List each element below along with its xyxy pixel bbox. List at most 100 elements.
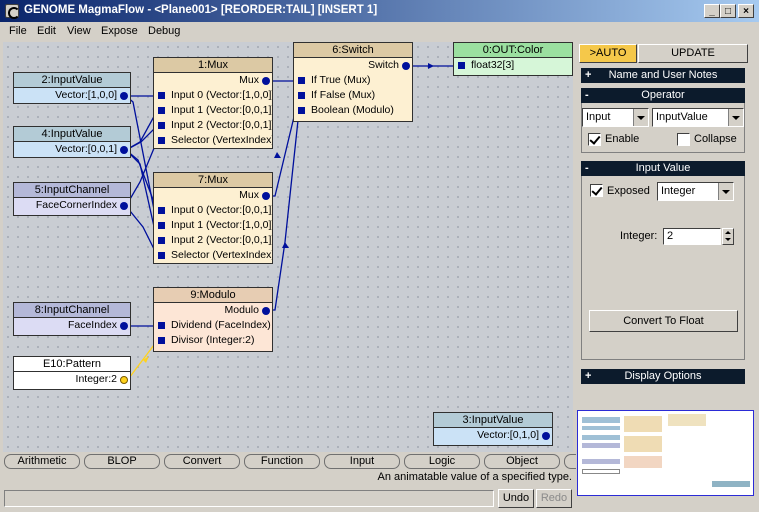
integer-input[interactable]: 2 [663, 228, 721, 245]
palette-tab-function[interactable]: Function [244, 454, 320, 469]
section-input-value[interactable]: - Input Value [581, 161, 745, 176]
input-socket-icon[interactable] [298, 107, 305, 114]
menu-expose[interactable]: Expose [101, 25, 138, 37]
node-switch-6[interactable]: 6:Switch Switch If True (Mux) If False (… [293, 42, 413, 122]
node-input[interactable]: Selector (VertexIndex) [154, 133, 272, 148]
node-input[interactable]: Dividend (FaceIndex) [154, 318, 272, 333]
node-modulo-9[interactable]: 9:Modulo Modulo Dividend (FaceIndex) Div… [153, 287, 273, 352]
section-operator[interactable]: - Operator [581, 88, 745, 103]
node-output[interactable]: Vector:[0,0,1] [14, 142, 130, 157]
node-output[interactable]: Integer:2 [14, 372, 130, 389]
node-input-value-2[interactable]: 2:InputValue Vector:[1,0,0] [13, 72, 131, 104]
palette-tab-logic[interactable]: Logic [404, 454, 480, 469]
input-socket-icon[interactable] [158, 237, 165, 244]
node-mux-1[interactable]: 1:Mux Mux Input 0 (Vector:[1,0,0]) Input… [153, 57, 273, 149]
node-input-value-3[interactable]: 3:InputValue Vector:[0,1,0] [433, 412, 553, 446]
palette-tab-input[interactable]: Input [324, 454, 400, 469]
navigator-minimap[interactable] [577, 410, 754, 496]
node-input[interactable]: If False (Mux) [294, 88, 412, 103]
node-output[interactable]: Mux [154, 73, 272, 88]
node-input[interactable]: Input 2 (Vector:[0,0,1]) [154, 118, 272, 133]
output-socket-icon[interactable] [262, 307, 270, 315]
node-input-value-4[interactable]: 4:InputValue Vector:[0,0,1] [13, 126, 131, 158]
node-input-channel-5[interactable]: 5:InputChannel FaceCornerIndex [13, 182, 131, 216]
auto-tab[interactable]: >AUTO [579, 44, 637, 63]
input-socket-icon[interactable] [458, 62, 465, 69]
output-socket-icon[interactable] [262, 77, 270, 85]
node-canvas[interactable]: 2:InputValue Vector:[1,0,0] 4:InputValue… [3, 42, 573, 452]
node-output[interactable]: FaceCornerIndex [14, 198, 130, 215]
menu-debug[interactable]: Debug [148, 25, 180, 37]
node-mux-7[interactable]: 7:Mux Mux Input 0 (Vector:[0,0,1]) Input… [153, 172, 273, 264]
input-socket-icon[interactable] [158, 252, 165, 259]
collapse-checkbox[interactable] [677, 133, 690, 146]
convert-to-float-button[interactable]: Convert To Float [589, 310, 738, 332]
spinner-down-icon[interactable] [725, 238, 731, 241]
exposed-checkbox[interactable] [590, 184, 603, 197]
node-input[interactable]: Divisor (Integer:2) [154, 333, 272, 351]
menu-view[interactable]: View [67, 25, 91, 37]
enable-checkbox[interactable] [588, 133, 601, 146]
input-socket-icon[interactable] [158, 122, 165, 129]
palette-tab-arithmetic[interactable]: Arithmetic [4, 454, 80, 469]
input-socket-icon[interactable] [158, 222, 165, 229]
output-socket-icon[interactable] [402, 62, 410, 70]
node-output[interactable]: Mux [154, 188, 272, 203]
app-icon[interactable] [5, 4, 20, 19]
output-socket-icon[interactable] [120, 146, 128, 154]
chevron-down-icon[interactable] [633, 109, 648, 126]
output-socket-icon[interactable] [120, 322, 128, 330]
undo-button[interactable]: Undo [498, 489, 534, 508]
maximize-button[interactable]: □ [720, 4, 736, 18]
input-socket-icon[interactable] [158, 322, 165, 329]
node-pattern-10[interactable]: E10:Pattern Integer:2 [13, 356, 131, 390]
palette-tab-object[interactable]: Object [484, 454, 560, 469]
palette-tab-convert[interactable]: Convert [164, 454, 240, 469]
operator-type-select[interactable]: InputValue [652, 108, 744, 127]
node-output[interactable]: FaceIndex [14, 318, 130, 335]
node-out-color-0[interactable]: 0:OUT:Color float32[3] [453, 42, 573, 76]
output-socket-icon[interactable] [120, 92, 128, 100]
input-socket-icon[interactable] [158, 107, 165, 114]
node-output[interactable]: Modulo [154, 303, 272, 318]
section-display-options[interactable]: + Display Options [581, 369, 745, 384]
section-name-notes[interactable]: + Name and User Notes [581, 68, 745, 83]
input-socket-icon[interactable] [158, 137, 165, 144]
node-input[interactable]: Selector (VertexIndex) [154, 248, 272, 263]
node-input[interactable]: Input 2 (Vector:[0,0,1]) [154, 233, 272, 248]
node-input[interactable]: Input 1 (Vector:[1,0,0]) [154, 218, 272, 233]
palette-tab-blop[interactable]: BLOP [84, 454, 160, 469]
menu-file[interactable]: File [9, 25, 27, 37]
spinner-up-icon[interactable] [725, 231, 731, 234]
output-socket-icon[interactable] [120, 202, 128, 210]
integer-spinner[interactable] [722, 228, 734, 245]
node-input-channel-8[interactable]: 8:InputChannel FaceIndex [13, 302, 131, 336]
palette-tab-more[interactable] [564, 454, 576, 469]
chevron-down-icon[interactable] [718, 183, 733, 200]
node-output[interactable]: Vector:[0,1,0] [434, 428, 552, 445]
node-input[interactable]: float32[3] [454, 58, 572, 75]
menu-edit[interactable]: Edit [37, 25, 56, 37]
update-tab[interactable]: UPDATE [638, 44, 748, 63]
command-field[interactable] [4, 490, 494, 507]
input-socket-icon[interactable] [298, 92, 305, 99]
node-input[interactable]: Input 0 (Vector:[0,0,1]) [154, 203, 272, 218]
input-socket-icon[interactable] [298, 77, 305, 84]
input-socket-icon[interactable] [158, 92, 165, 99]
node-input[interactable]: Input 0 (Vector:[1,0,0]) [154, 88, 272, 103]
chevron-down-icon[interactable] [728, 109, 743, 126]
node-output[interactable]: Vector:[1,0,0] [14, 88, 130, 103]
redo-button[interactable]: Redo [536, 489, 572, 508]
value-type-select[interactable]: Integer [657, 182, 734, 201]
node-input[interactable]: If True (Mux) [294, 73, 412, 88]
input-socket-icon[interactable] [158, 337, 165, 344]
minimize-button[interactable]: _ [704, 4, 720, 18]
input-socket-icon[interactable] [158, 207, 165, 214]
node-input[interactable]: Input 1 (Vector:[0,0,1]) [154, 103, 272, 118]
node-input[interactable]: Boolean (Modulo) [294, 103, 412, 121]
output-socket-icon[interactable] [542, 432, 550, 440]
node-output[interactable]: Switch [294, 58, 412, 73]
output-socket-icon[interactable] [120, 376, 128, 384]
close-button[interactable]: × [738, 4, 754, 18]
output-socket-icon[interactable] [262, 192, 270, 200]
